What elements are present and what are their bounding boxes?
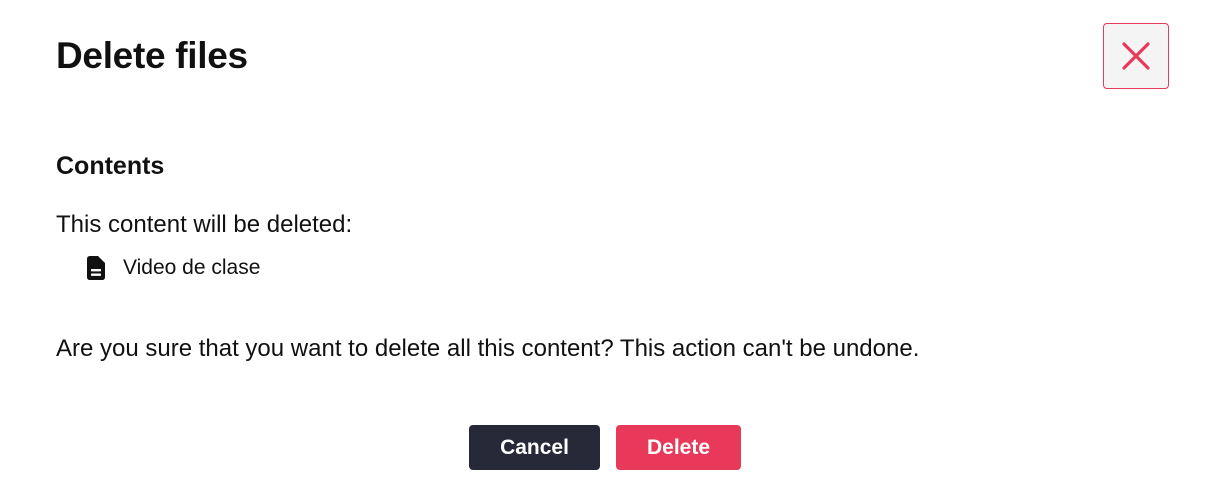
file-document-icon xyxy=(86,256,106,280)
close-button[interactable] xyxy=(1103,23,1169,89)
confirmation-warning-text: Are you sure that you want to delete all… xyxy=(56,335,920,362)
dialog-actions: Cancel Delete xyxy=(0,425,1206,470)
delete-files-dialog: Delete files Contents This content will … xyxy=(0,0,1206,488)
cancel-button[interactable]: Cancel xyxy=(469,425,600,470)
file-list: Video de clase xyxy=(86,252,260,284)
dialog-title: Delete files xyxy=(56,35,248,76)
delete-button[interactable]: Delete xyxy=(616,425,741,470)
file-name: Video de clase xyxy=(123,256,261,279)
close-x-icon xyxy=(1121,41,1151,71)
contents-heading: Contents xyxy=(56,152,165,180)
deletion-intro-text: This content will be deleted: xyxy=(56,211,353,238)
list-item: Video de clase xyxy=(86,252,260,284)
